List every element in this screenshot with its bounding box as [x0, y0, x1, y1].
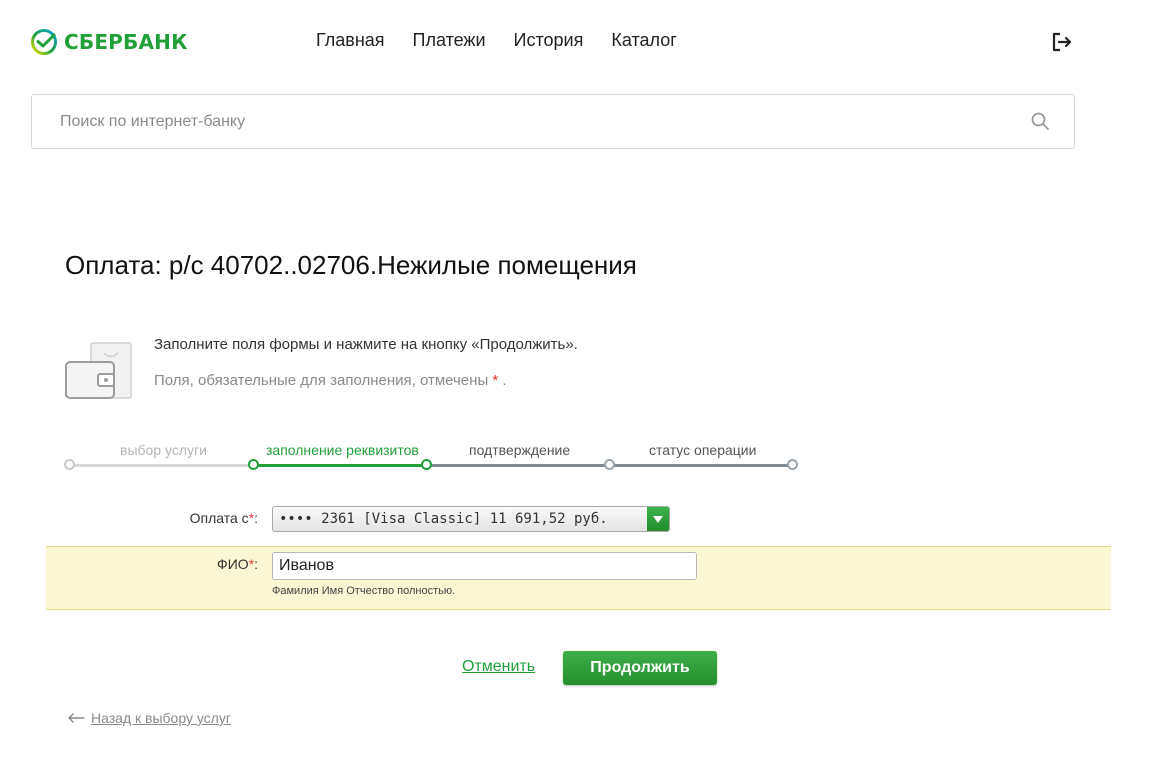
- required-star: *: [492, 372, 499, 389]
- step-label-details: заполнение реквизитов: [266, 442, 419, 458]
- nav-item-history[interactable]: История: [514, 30, 584, 51]
- search-icon[interactable]: [1030, 111, 1050, 131]
- main-nav: Главная Платежи История Каталог: [316, 30, 705, 51]
- payment-from-label: Оплата с*:: [189, 510, 258, 526]
- sberbank-logo[interactable]: СБЕРБАНК: [30, 27, 188, 57]
- progress-steps: выбор услуги заполнение реквизитов подтв…: [64, 440, 804, 476]
- back-link[interactable]: Назад к выбору услуг: [67, 710, 231, 726]
- step-dot: [421, 459, 432, 470]
- chevron-down-icon[interactable]: [647, 507, 669, 531]
- step-dot: [248, 459, 259, 470]
- sberbank-logo-icon: [31, 29, 57, 55]
- required-fields-note: Поля, обязательные для заполнения, отмеч…: [154, 372, 507, 389]
- arrow-left-icon: [68, 713, 85, 723]
- nav-item-payments[interactable]: Платежи: [413, 30, 486, 51]
- logout-icon[interactable]: [1050, 30, 1074, 54]
- wallet-icon: [65, 342, 132, 399]
- fio-input[interactable]: [272, 552, 697, 580]
- step-dot: [64, 459, 75, 470]
- step-line-active: [254, 464, 427, 467]
- step-label-status: статус операции: [649, 442, 757, 458]
- payment-card-select[interactable]: •••• 2361 [Visa Classic] 11 691,52 руб.: [272, 506, 670, 532]
- brand-name: СБЕРБАНК: [64, 30, 188, 54]
- step-label-service: выбор услуги: [120, 442, 207, 458]
- fio-label: ФИО*:: [217, 556, 258, 572]
- cancel-link[interactable]: Отменить: [462, 658, 535, 676]
- payment-card-value: •••• 2361 [Visa Classic] 11 691,52 руб.: [279, 511, 608, 527]
- nav-item-home[interactable]: Главная: [316, 30, 385, 51]
- fio-help-text: Фамилия Имя Отчество полностью.: [272, 585, 456, 597]
- form-instruction: Заполните поля формы и нажмите на кнопку…: [154, 336, 578, 353]
- page-title: Оплата: р/с 40702..02706.Нежилые помещен…: [65, 250, 637, 280]
- back-link-label: Назад к выбору услуг: [91, 710, 231, 726]
- search-bar: [31, 94, 1075, 149]
- step-dot: [604, 459, 615, 470]
- nav-item-catalog[interactable]: Каталог: [611, 30, 676, 51]
- continue-button[interactable]: Продолжить: [563, 651, 717, 685]
- dropdown-arrow-icon: [653, 515, 663, 523]
- step-line-done: [70, 464, 254, 467]
- step-label-confirm: подтверждение: [469, 442, 571, 458]
- step-dot: [787, 459, 798, 470]
- search-input[interactable]: [32, 95, 992, 148]
